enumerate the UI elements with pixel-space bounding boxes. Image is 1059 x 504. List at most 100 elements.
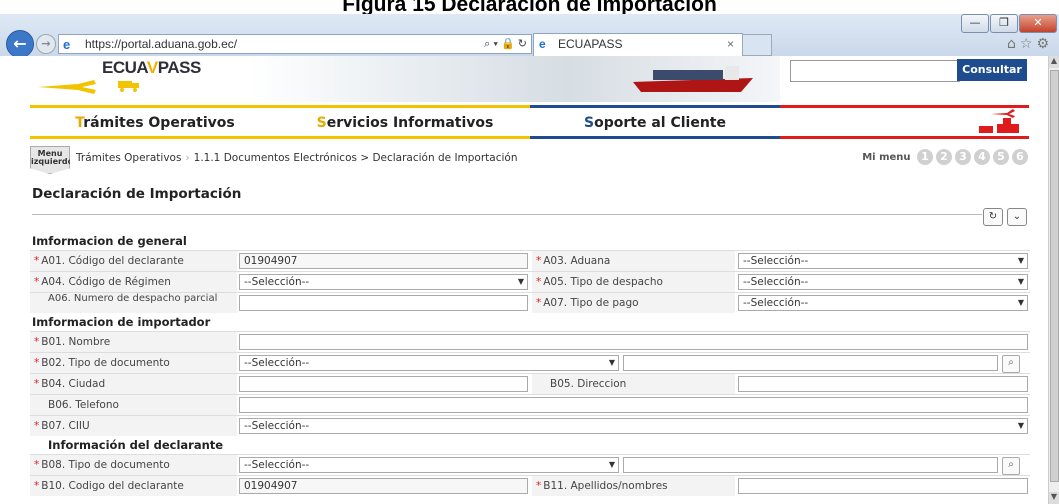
form-row: * B02. Tipo de documento --Selección-- ▼ ⌕ <box>30 352 1030 373</box>
address-tools[interactable]: ⌕ ▾ 🔒 ↻ <box>484 35 527 53</box>
required-icon: * <box>34 378 40 390</box>
page-title: Declaración de Importación <box>32 186 242 202</box>
b11-field[interactable] <box>738 478 1028 494</box>
declaration-form: Imformacion de general * A01. Código del … <box>30 232 1030 496</box>
scroll-up-icon[interactable]: ▲ <box>1049 56 1059 68</box>
mi-menu-1[interactable]: 1 <box>917 149 933 165</box>
address-bar[interactable]: e https://portal.aduana.gob.ec/ ⌕ ▾ 🔒 ↻ <box>58 34 532 54</box>
b01-field[interactable] <box>239 334 1028 350</box>
search-icon[interactable]: ⌕ <box>1002 457 1020 475</box>
favorites-icon[interactable]: ☆ <box>1020 36 1037 52</box>
scroll-thumb[interactable] <box>1050 70 1059 482</box>
settings-gear-icon[interactable]: ⚙ <box>1036 36 1053 52</box>
form-row: * B08. Tipo de documento --Selección-- ▼ ⌕ <box>30 454 1030 475</box>
main-menu: Trámites Operativos Servicios Informativ… <box>30 105 1029 139</box>
b04-label: * B04. Ciudad <box>30 374 237 394</box>
form-row: * A04. Código de Régimen --Selección-- ▼ *… <box>30 271 1030 292</box>
new-tab-button[interactable] <box>742 34 772 56</box>
b05-label: B05. Direccion <box>532 374 735 394</box>
address-url[interactable]: https://portal.aduana.gob.ec/ <box>85 35 237 53</box>
forward-button[interactable]: → <box>36 34 56 54</box>
a05-select[interactable]: --Selección-- ▼ <box>738 274 1028 290</box>
menu-soporte-al-cliente[interactable]: Soporte al Cliente <box>530 105 780 139</box>
menu-izquierdo-button[interactable]: Menu izquierdo <box>30 146 70 174</box>
b04-field[interactable] <box>239 376 528 392</box>
browser-toolbar-icons[interactable]: ⌂☆⚙ <box>1007 36 1053 52</box>
b08-number-field[interactable] <box>623 457 998 473</box>
form-row: * B01. Nombre <box>30 331 1030 352</box>
mi-menu-label: Mi menu <box>862 152 911 163</box>
dropdown-icon: ▼ <box>608 460 615 469</box>
header-banner <box>250 56 780 102</box>
plane-icon <box>38 80 96 94</box>
b11-label: * B11. Apellidos/nombres <box>532 476 735 496</box>
section-importador: Imformacion de importador <box>32 315 211 329</box>
maximize-button[interactable]: ❐ <box>990 14 1018 33</box>
form-row: A06. Numero de despacho parcial * A07. Ti… <box>30 292 1030 313</box>
b01-label: * B01. Nombre <box>30 332 237 352</box>
mi-menu-2[interactable]: 2 <box>936 149 952 165</box>
dropdown-icon: ▼ <box>1017 277 1024 286</box>
required-icon: * <box>34 336 40 348</box>
search-icon[interactable]: ⌕ <box>1002 355 1020 373</box>
menu-tramites-operativos[interactable]: Trámites Operativos <box>30 105 280 139</box>
b02-select[interactable]: --Selección-- ▼ <box>239 355 619 371</box>
breadcrumb: Menu izquierdo Trámites Operativos › 1.1.1… <box>30 146 1030 174</box>
minimize-button[interactable]: — <box>961 14 989 33</box>
scroll-down-icon[interactable]: ▼ <box>1049 492 1059 504</box>
b02-number-field[interactable] <box>623 355 998 371</box>
mi-menu-5[interactable]: 5 <box>993 149 1009 165</box>
dropdown-icon: ▼ <box>1017 298 1024 307</box>
required-icon: * <box>536 255 542 267</box>
breadcrumb-path: Trámites Operativos › 1.1.1 Documentos Ele… <box>76 152 518 164</box>
b10-label: * B10. Codigo del declarante <box>30 476 237 496</box>
page-content: ECUAVPASS Consultar Trámites Operativos … <box>0 56 1049 504</box>
browser-tab[interactable]: e ECUAPASS × <box>533 33 743 56</box>
required-icon: * <box>34 276 40 288</box>
a06-field[interactable] <box>239 295 528 311</box>
consultar-button[interactable]: Consultar <box>957 59 1027 81</box>
breadcrumb-item-tramites[interactable]: Trámites Operativos <box>76 152 181 164</box>
b06-label: B06. Telefono <box>30 395 237 415</box>
required-icon: * <box>34 480 40 492</box>
b10-field[interactable]: 01904907 <box>239 478 528 494</box>
ie-icon: e <box>63 37 71 52</box>
close-window-button[interactable]: ✕ <box>1019 14 1057 33</box>
browser-chrome: — ❐ ✕ ← → e https://portal.aduana.gob.ec… <box>0 14 1059 58</box>
a01-label: * A01. Código del declarante <box>30 251 237 271</box>
tab-ie-icon: e <box>539 37 546 51</box>
a04-select[interactable]: --Selección-- ▼ <box>239 274 528 290</box>
b05-field[interactable] <box>738 376 1028 392</box>
b02-label: * B02. Tipo de documento <box>30 353 237 373</box>
a07-select[interactable]: --Selección-- ▼ <box>738 295 1028 311</box>
mi-menu-6[interactable]: 6 <box>1012 149 1028 165</box>
required-icon: * <box>536 276 542 288</box>
ship-icon <box>633 66 753 92</box>
a01-field[interactable]: 01904907 <box>239 253 528 269</box>
b06-field[interactable] <box>239 397 1028 413</box>
figure-caption: Figura 15 Declaración de Importación <box>342 0 717 14</box>
b08-label: * B08. Tipo de documento <box>30 455 237 475</box>
mi-menu-4[interactable]: 4 <box>974 149 990 165</box>
site-search-input[interactable] <box>790 60 960 82</box>
form-row: * B07. CIIU --Selección-- ▼ <box>30 415 1030 436</box>
collapse-icon[interactable]: ⌄ <box>1007 208 1027 226</box>
breadcrumb-item-current: 1.1.1 Documentos Electrónicos > Declarac… <box>193 152 518 164</box>
mi-menu-3[interactable]: 3 <box>955 149 971 165</box>
required-icon: * <box>34 420 40 432</box>
dropdown-icon: ▼ <box>1017 256 1024 265</box>
back-button[interactable]: ← <box>6 30 34 58</box>
form-row: * A01. Código del declarante 01904907 * A0… <box>30 250 1030 271</box>
b07-label: * B07. CIIU <box>30 416 237 436</box>
a04-label: * A04. Código de Régimen <box>30 272 237 292</box>
refresh-icon[interactable]: ↻ <box>983 208 1003 226</box>
menu-servicios-informativos[interactable]: Servicios Informativos <box>280 105 530 139</box>
a07-label: * A07. Tipo de pago <box>532 293 735 313</box>
b08-select[interactable]: --Selección-- ▼ <box>239 457 619 473</box>
page-scrollbar[interactable]: ▲ ▼ <box>1048 56 1059 504</box>
a03-select[interactable]: --Selección-- ▼ <box>738 253 1028 269</box>
dropdown-icon: ▼ <box>517 277 524 286</box>
home-icon[interactable]: ⌂ <box>1007 36 1020 52</box>
b07-select[interactable]: --Selección-- ▼ <box>239 418 1028 434</box>
tab-close-icon[interactable]: × <box>727 34 734 55</box>
